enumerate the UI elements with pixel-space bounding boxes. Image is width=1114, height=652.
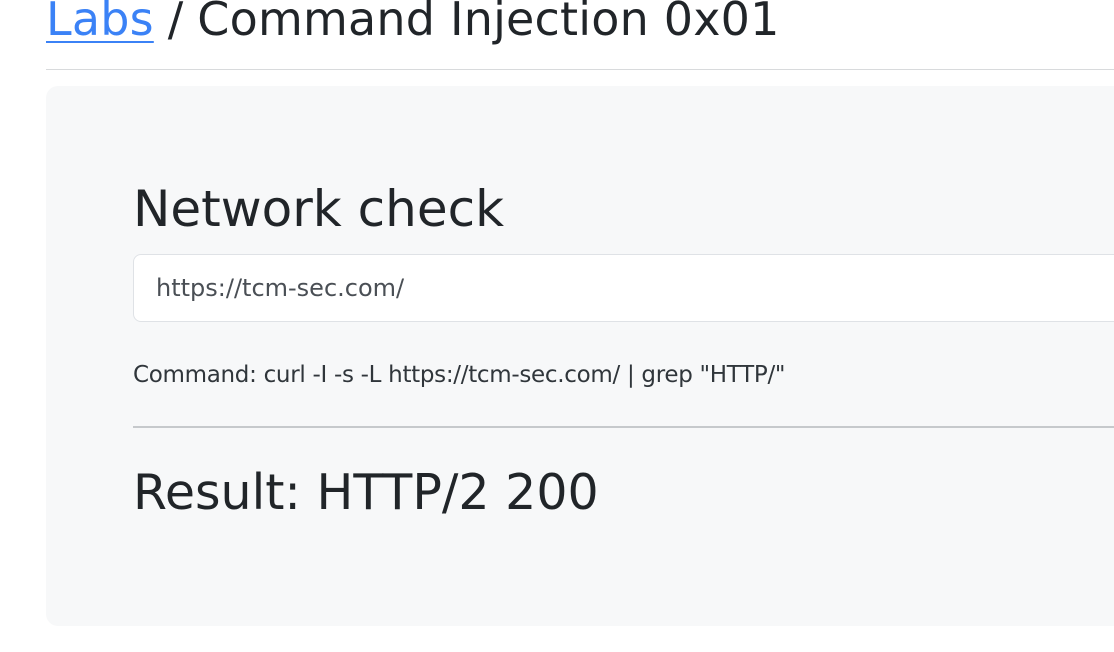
page: Labs / Command Injection 0x01 Network ch… xyxy=(0,0,1114,652)
breadcrumb: Labs / Command Injection 0x01 xyxy=(46,0,780,62)
result-text: Result: HTTP/2 200 xyxy=(133,464,599,521)
result-divider xyxy=(133,426,1114,428)
lab-card xyxy=(46,86,1114,626)
url-input[interactable] xyxy=(133,254,1114,322)
breadcrumb-link-labs[interactable]: Labs xyxy=(46,0,154,46)
section-heading: Network check xyxy=(133,180,505,238)
breadcrumb-separator: / xyxy=(167,0,184,46)
header-divider xyxy=(46,69,1114,70)
page-title: Command Injection 0x01 xyxy=(197,0,780,46)
command-text: Command: curl -I -s -L https://tcm-sec.c… xyxy=(133,362,786,388)
